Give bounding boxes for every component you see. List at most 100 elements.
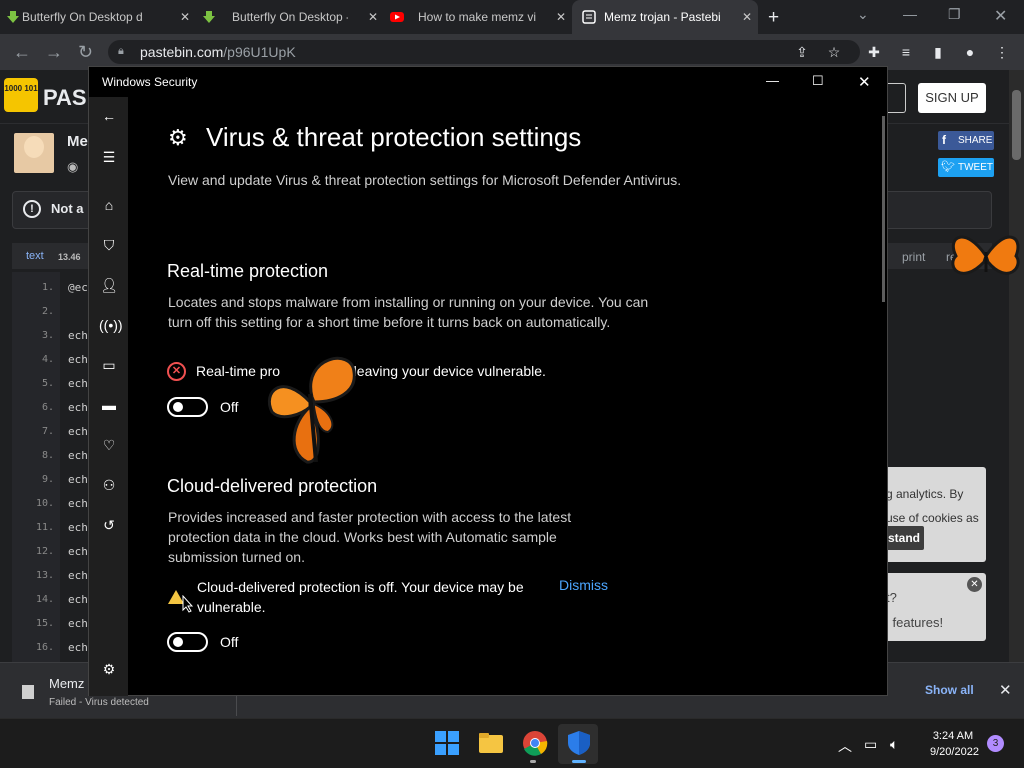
realtime-description: Locates and stops malware from installin… (168, 294, 649, 330)
realtime-toggle[interactable] (167, 397, 208, 417)
new-tab-button[interactable]: + (768, 7, 779, 29)
cookie-accept-button[interactable]: stand (882, 526, 924, 550)
device-health-icon[interactable]: ♡ (99, 435, 119, 455)
menu-icon[interactable]: ⋮ (994, 44, 1010, 60)
network-icon[interactable]: ▭ (864, 736, 877, 753)
clock-date: 9/20/2022 (930, 746, 979, 758)
extensions-icon[interactable]: ✚ (866, 44, 882, 60)
code-line: ech (68, 353, 88, 366)
download-name[interactable]: Memz (49, 676, 84, 691)
file-explorer-icon[interactable] (478, 730, 504, 756)
minimize-icon[interactable]: — (766, 73, 779, 88)
cloud-description: Provides increased and faster protection… (168, 509, 572, 565)
realtime-warning: Real-time pro off, leaving your device v… (196, 363, 546, 379)
tab-butterfly-2[interactable]: Butterfly On Desktop - ✕ (196, 0, 384, 34)
download-arrow-icon (6, 10, 20, 24)
line-number: 15. (35, 618, 54, 629)
profile-icon[interactable]: ● (962, 44, 978, 60)
close-icon[interactable]: ✕ (858, 73, 871, 91)
line-number: 4. (41, 354, 54, 365)
home-icon[interactable]: ⌂ (99, 195, 119, 215)
volume-icon[interactable]: 🔈︎ (890, 736, 898, 753)
print-link[interactable]: print (902, 250, 925, 264)
code-line: @ec (68, 281, 88, 294)
tab-title: How to make memz vi (418, 10, 537, 24)
page-title: Virus & threat protection settings (206, 122, 582, 152)
firewall-network-icon[interactable]: ((•)) (99, 315, 123, 335)
windows-security-icon[interactable] (566, 730, 592, 756)
dismiss-link[interactable]: Dismiss (559, 577, 608, 593)
code-line: ech (68, 401, 88, 414)
tab-title: Butterfly On Desktop - (232, 10, 348, 24)
chevron-up-icon[interactable]: ︿ (838, 736, 852, 756)
show-all-button[interactable]: Show all (925, 683, 974, 697)
close-tab-icon[interactable]: ✕ (742, 10, 752, 24)
butterfly-image (267, 356, 356, 464)
clock-time: 3:24 AM (932, 730, 974, 742)
share-button[interactable]: SHARE (938, 131, 994, 150)
scrollbar-thumb[interactable] (1012, 90, 1021, 160)
tab-pastebin[interactable]: Memz trojan - Pastebi ✕ (572, 0, 758, 34)
bookmark-star-icon[interactable]: ☆ (826, 44, 842, 60)
maximize-icon[interactable]: ☐ (812, 73, 824, 89)
cloud-toggle-label: Off (220, 634, 239, 650)
twitter-icon: 🐦︎ (941, 161, 955, 173)
tab-butterfly-1[interactable]: Butterfly On Desktop d ✕ (0, 0, 196, 34)
restore-icon[interactable]: ❐ (948, 6, 961, 23)
media-icon[interactable]: ≡ (898, 44, 914, 60)
close-download-bar-icon[interactable]: ✕ (999, 681, 1012, 699)
tab-youtube[interactable]: How to make memz vi ✕ (384, 0, 572, 34)
close-window-icon[interactable]: ✕ (994, 6, 1007, 26)
pastebin-logo[interactable]: 1000 101 (4, 78, 38, 112)
minimize-icon[interactable]: — (903, 6, 917, 22)
line-number: 9. (41, 474, 54, 485)
notice-text: Not a (51, 201, 84, 216)
code-size: 13.46 (58, 252, 81, 262)
forward-icon[interactable]: → (45, 42, 63, 63)
device-security-icon[interactable]: ▬ (99, 395, 119, 415)
line-number: 10. (35, 498, 54, 509)
side-panel-icon[interactable]: ▮ (930, 44, 946, 60)
window-title: Windows Security (102, 75, 198, 89)
url-text[interactable]: pastebin.com/p96U1UpK (140, 44, 296, 60)
code-line: ech (68, 473, 88, 486)
code-line: ech (68, 497, 88, 510)
app-browser-control-icon[interactable]: ▭ (99, 355, 119, 375)
back-icon[interactable]: ← (99, 106, 119, 126)
butterfly-image (951, 235, 1020, 275)
pastebin-logo-text[interactable]: PAS (43, 85, 87, 111)
close-tab-icon[interactable]: ✕ (180, 10, 190, 24)
share-icon[interactable]: ⇪ (794, 44, 810, 60)
hamburger-menu-icon[interactable]: ☰ (99, 147, 119, 167)
chrome-icon[interactable] (522, 730, 548, 756)
reload-icon[interactable]: ↻ (78, 42, 93, 63)
code-line: ech (68, 593, 88, 606)
clock[interactable]: 3:24 AM 9/20/2022 (930, 728, 979, 760)
cookie-text: g analytics. By use of cookies as (886, 482, 979, 530)
signup-button[interactable]: SIGN UP (918, 83, 986, 113)
family-options-icon[interactable]: ⚇ (99, 475, 119, 495)
close-tab-icon[interactable]: ✕ (368, 10, 378, 24)
avatar-head (24, 136, 44, 158)
back-icon[interactable]: ← (13, 42, 31, 63)
close-promo-icon[interactable]: ✕ (967, 577, 982, 592)
facebook-icon: f (942, 133, 946, 147)
account-icon[interactable]: 👤︎ (99, 275, 119, 295)
tab-search-icon[interactable]: ⌄ (857, 6, 869, 23)
line-number: 8. (41, 450, 54, 461)
line-number: 14. (35, 594, 54, 605)
cloud-toggle[interactable] (167, 632, 208, 652)
window-scrollbar[interactable] (882, 116, 885, 302)
windows-start-icon[interactable] (434, 730, 460, 756)
code-type-link[interactable]: text (26, 250, 44, 262)
settings-gear-icon[interactable]: ⚙ (99, 659, 119, 679)
promo-line: l features! (886, 615, 944, 630)
close-tab-icon[interactable]: ✕ (556, 10, 566, 24)
lock-icon[interactable]: 🔒︎ (118, 45, 124, 58)
code-line: ech (68, 617, 88, 630)
download-status: Failed - Virus detected (49, 697, 149, 708)
notification-badge[interactable]: 3 (987, 735, 1004, 752)
user-icon: ◉ (67, 159, 79, 174)
history-icon[interactable]: ↺ (99, 515, 119, 535)
shield-icon[interactable]: ⛉ (99, 235, 119, 255)
